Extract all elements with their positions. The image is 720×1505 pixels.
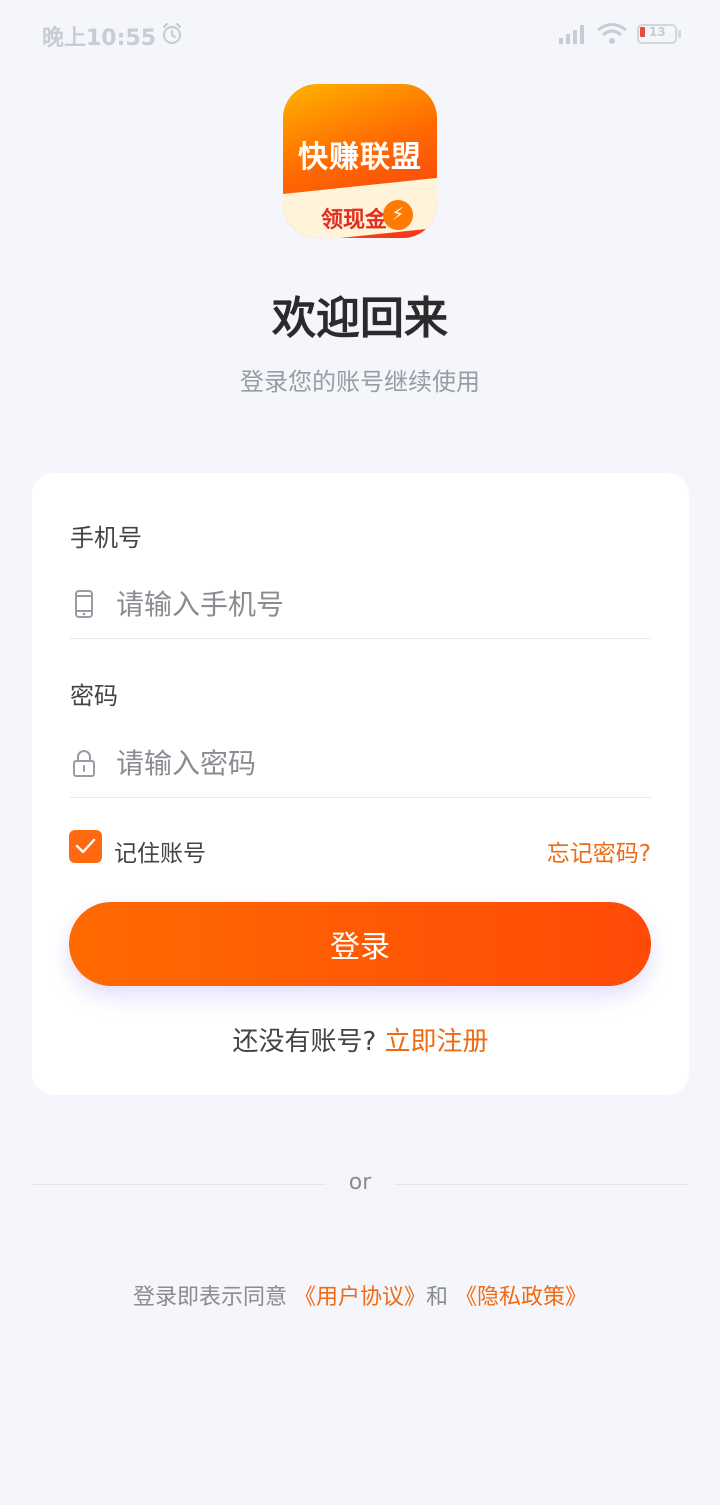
lock-icon: [72, 748, 96, 782]
forgot-password-link[interactable]: 忘记密码?: [547, 834, 651, 868]
status-time: 晚上10:55: [42, 26, 157, 51]
alarm-icon: [160, 22, 184, 50]
password-input[interactable]: [116, 740, 636, 786]
signal-icon: [557, 22, 589, 50]
login-page: 晚上10:55 13 快赚联盟 领现金 ⚡ 欢迎回来 登录您的账号继续使用 手机…: [0, 0, 720, 1505]
page-subtitle: 登录您的账号继续使用: [240, 368, 480, 396]
phone-label: 手机号: [70, 524, 142, 552]
logo-bottom-text: 领现金: [321, 208, 388, 233]
page-title: 欢迎回来: [272, 293, 448, 344]
remember-label[interactable]: 记住账号: [114, 834, 206, 868]
wifi-icon: [596, 22, 628, 50]
password-field-row: [70, 732, 651, 798]
phone-icon: [72, 589, 96, 623]
check-icon: [75, 838, 96, 854]
agreement-prefix: 登录即表示同意: [132, 1285, 287, 1310]
battery-level: 13: [649, 25, 666, 39]
phone-input[interactable]: [116, 581, 636, 627]
login-card: 手机号 密码: [32, 473, 689, 1095]
agreement-and: 和: [426, 1285, 449, 1310]
phone-field-row: [70, 573, 651, 639]
divider-line-right: [395, 1184, 689, 1185]
logo-top-text: 快赚联盟: [298, 140, 422, 175]
lightning-icon: ⚡: [383, 200, 413, 230]
app-logo: 快赚联盟 领现金 ⚡: [283, 84, 437, 238]
battery-icon: 13: [637, 24, 681, 46]
no-account-text: 还没有账号?: [232, 1027, 377, 1057]
privacy-policy-link[interactable]: 《隐私政策》: [455, 1285, 587, 1310]
register-line: 还没有账号? 立即注册: [32, 1021, 689, 1058]
password-label: 密码: [70, 682, 118, 710]
divider-text: or: [348, 1170, 372, 1195]
agreement-text: 登录即表示同意 《用户协议》和 《隐私政策》: [0, 1279, 720, 1311]
user-agreement-link[interactable]: 《用户协议》: [294, 1285, 426, 1310]
register-link[interactable]: 立即注册: [385, 1027, 489, 1057]
remember-checkbox[interactable]: [69, 830, 102, 863]
login-button[interactable]: 登录: [69, 902, 651, 986]
status-bar: 晚上10:55 13: [0, 0, 720, 68]
